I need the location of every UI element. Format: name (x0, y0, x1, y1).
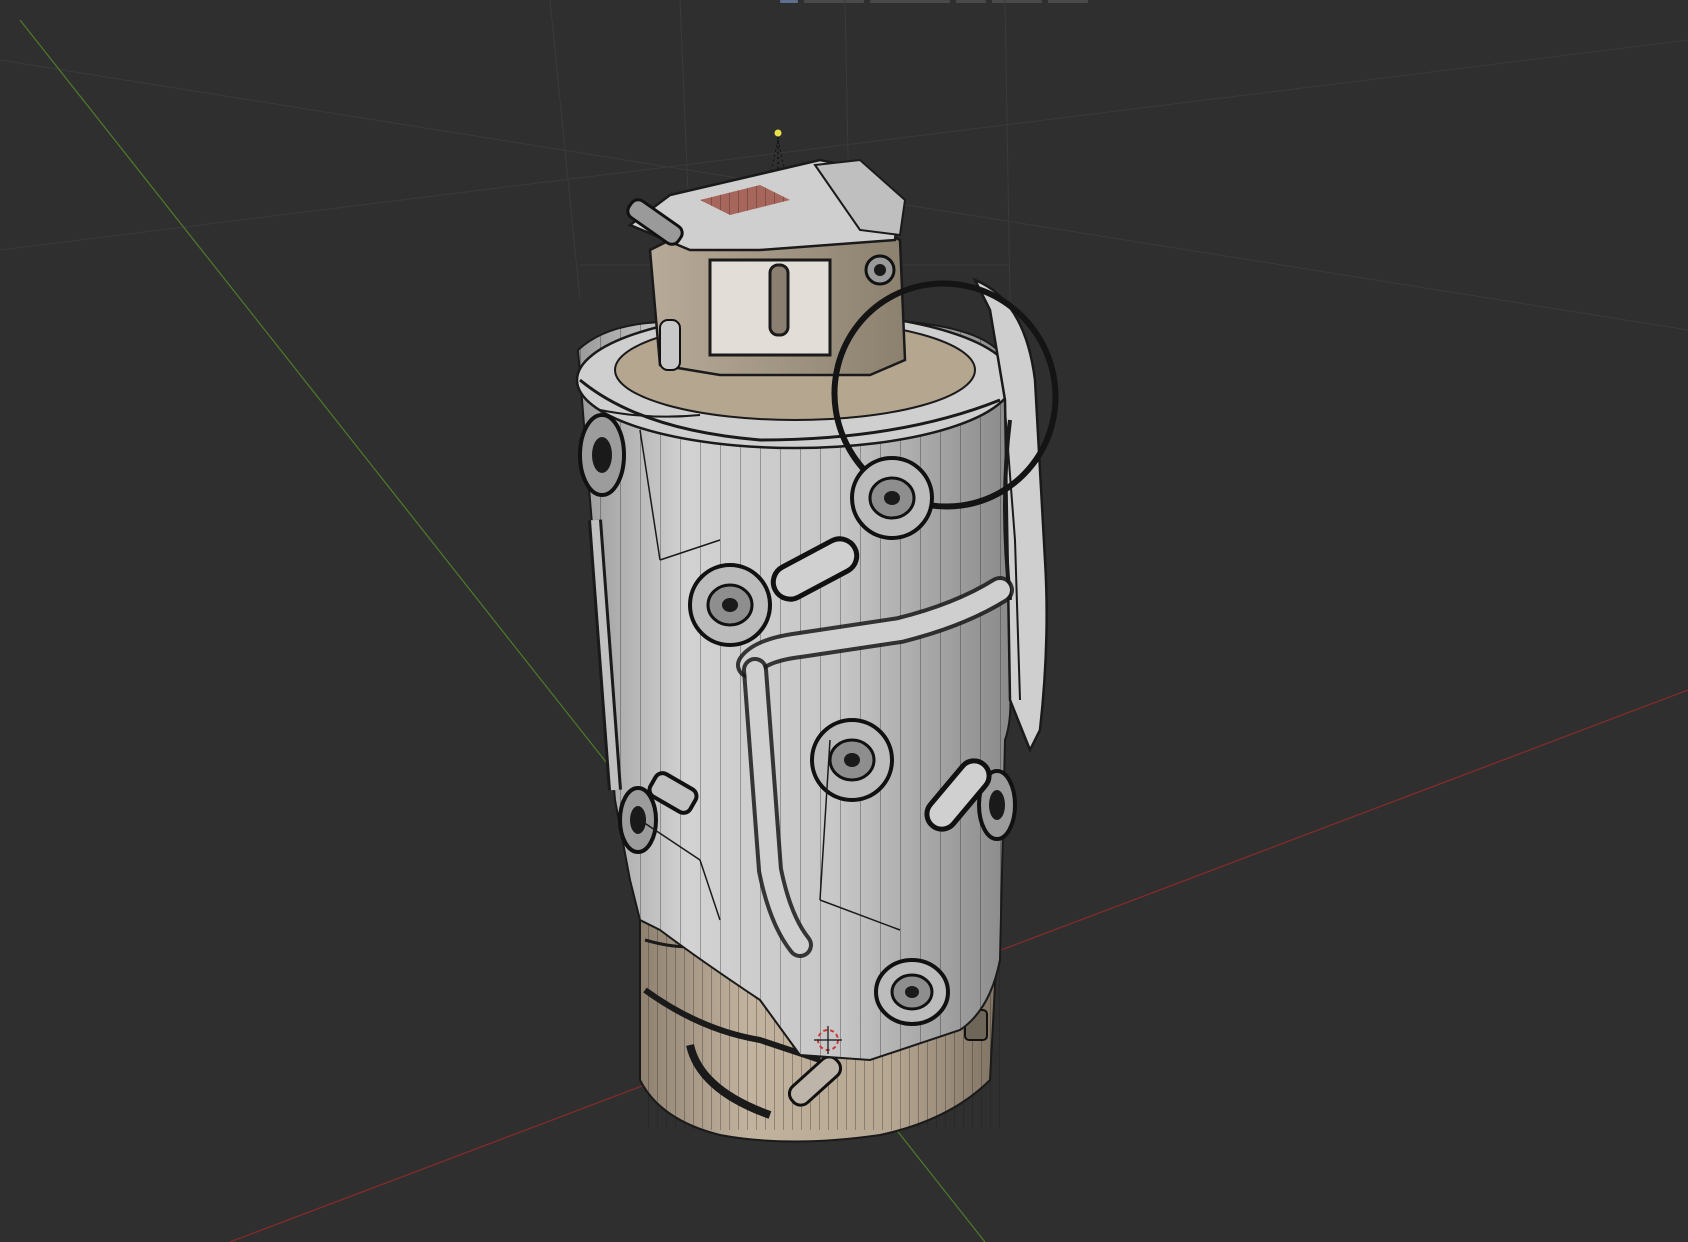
hole (578, 413, 626, 497)
grenade-cap[interactable] (625, 158, 907, 377)
scene-canvas[interactable] (0, 0, 1688, 1242)
hole (618, 786, 658, 854)
hole (874, 958, 950, 1026)
hole (688, 563, 772, 647)
3d-viewport[interactable] (0, 0, 1688, 1242)
hole (810, 718, 894, 802)
grenade-model[interactable] (575, 158, 1096, 1143)
hole (850, 456, 934, 540)
